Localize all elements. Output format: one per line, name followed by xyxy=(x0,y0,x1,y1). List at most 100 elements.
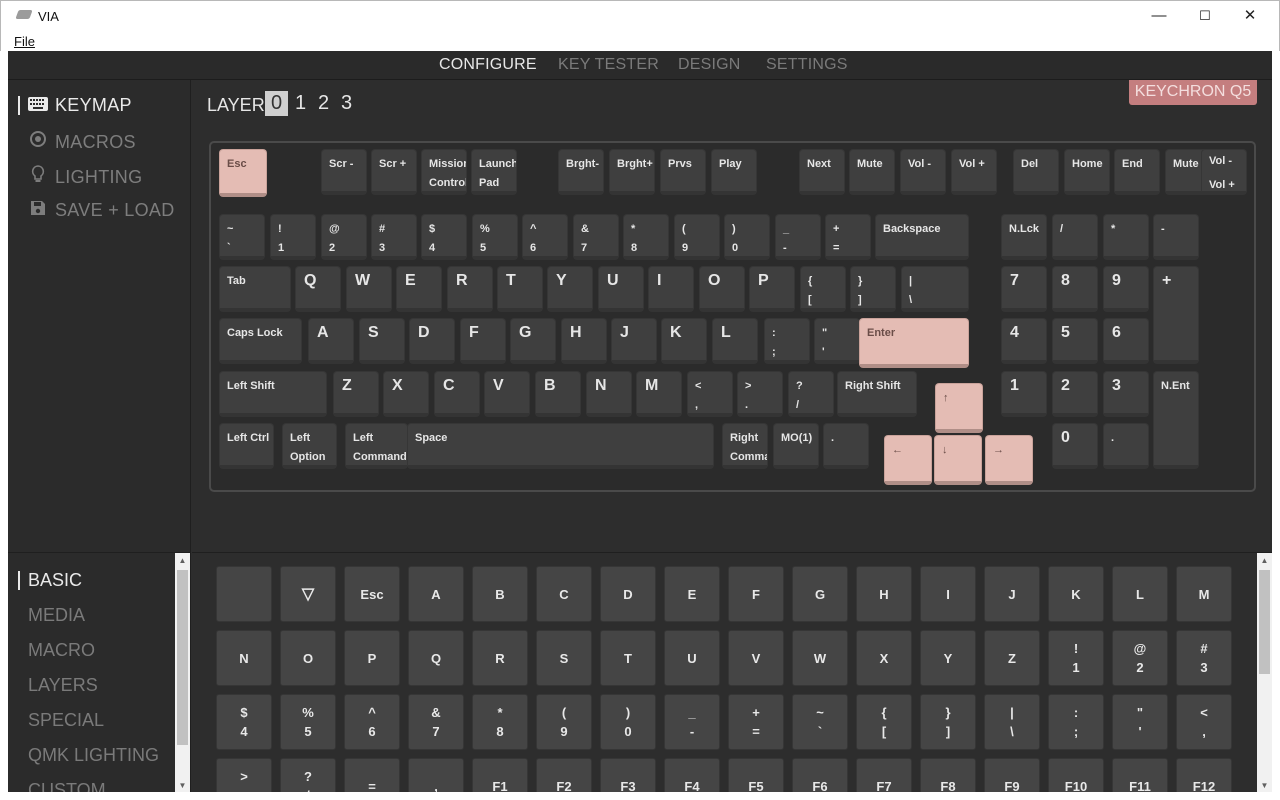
key-left-ctrl[interactable]: Left Ctrl xyxy=(219,423,274,469)
keycode-tile-d[interactable]: D xyxy=(600,566,656,622)
key-%-5[interactable]: % 5 xyxy=(472,214,518,260)
key-n.lck[interactable]: N.Lck xyxy=(1001,214,1047,260)
key-a[interactable]: A xyxy=(308,318,354,364)
key-brght+[interactable]: Brght+ xyxy=(609,149,655,195)
key-h[interactable]: H xyxy=(561,318,607,364)
keycode-tile-p[interactable]: P xyxy=(344,630,400,686)
keycode-tile-!-1[interactable]: ! 1 xyxy=(1048,630,1104,686)
key-caps-lock[interactable]: Caps Lock xyxy=(219,318,302,364)
keycode-tile-f3[interactable]: F3 xyxy=(600,758,656,792)
keycode-tile-{-[[interactable]: { [ xyxy=(856,694,912,750)
category-basic[interactable]: BASIC xyxy=(17,570,82,591)
key-tab[interactable]: Tab xyxy=(219,266,291,312)
keycode-tile-?-/[interactable]: ? / xyxy=(280,758,336,792)
key-left-option[interactable]: Left Option xyxy=(282,423,337,469)
layer-2-button[interactable]: 2 xyxy=(312,91,335,116)
key-r[interactable]: R xyxy=(447,266,493,312)
keycode-tile-u[interactable]: U xyxy=(664,630,720,686)
key-(-9[interactable]: ( 9 xyxy=(674,214,720,260)
key-mute[interactable]: Mute xyxy=(849,149,895,195)
keycode-tile-f7[interactable]: F7 xyxy=(856,758,912,792)
keycode-tile-m[interactable]: M xyxy=(1176,566,1232,622)
category-special[interactable]: SPECIAL xyxy=(28,710,104,731)
key-scr-+[interactable]: Scr + xyxy=(371,149,417,195)
key-+[interactable]: + xyxy=(1153,266,1199,364)
key-@-2[interactable]: @ 2 xyxy=(321,214,367,260)
keycode-tile-=[interactable]: = xyxy=(344,758,400,792)
key-←[interactable]: ← xyxy=(884,435,932,485)
key-l[interactable]: L xyxy=(712,318,758,364)
key-u[interactable]: U xyxy=(598,266,644,312)
key-*[interactable]: * xyxy=(1103,214,1149,260)
tab-key-tester[interactable]: KEY TESTER xyxy=(558,56,659,74)
key-next[interactable]: Next xyxy=(799,149,845,195)
keycode-tile-}-][interactable]: } ] xyxy=(920,694,976,750)
sidebar-item-keymap[interactable]: KEYMAP xyxy=(18,95,132,116)
keycode-tile-$-4[interactable]: $ 4 xyxy=(216,694,272,750)
keycode-tile-g[interactable]: G xyxy=(792,566,848,622)
key-"-'[interactable]: " ' xyxy=(814,318,860,364)
keycode-tile-&-7[interactable]: & 7 xyxy=(408,694,464,750)
keycode-tile-_--[interactable]: _ - xyxy=(664,694,720,750)
keycode-tile-x[interactable]: X xyxy=(856,630,912,686)
key-p[interactable]: P xyxy=(749,266,795,312)
key-t[interactable]: T xyxy=(497,266,543,312)
keycode-tile-i[interactable]: I xyxy=(920,566,976,622)
key-x[interactable]: X xyxy=(383,371,429,417)
key-left-command[interactable]: Left Command xyxy=(345,423,408,469)
tab-settings[interactable]: SETTINGS xyxy=(766,56,848,74)
tab-design[interactable]: DESIGN xyxy=(678,56,741,74)
category-custom[interactable]: CUSTOM xyxy=(28,780,106,792)
keycode-tile-s[interactable]: S xyxy=(536,630,592,686)
key-home[interactable]: Home xyxy=(1064,149,1110,195)
key-n[interactable]: N xyxy=(586,371,632,417)
keycode-tile-l[interactable]: L xyxy=(1112,566,1168,622)
key-|-\[interactable]: | \ xyxy=(901,266,969,312)
keycode-tile-f5[interactable]: F5 xyxy=(728,758,784,792)
key-i[interactable]: I xyxy=(648,266,694,312)
key-right-shift[interactable]: Right Shift xyxy=(837,371,917,417)
keycode-tile-q[interactable]: Q xyxy=(408,630,464,686)
scroll-up-icon[interactable]: ▲ xyxy=(175,553,190,568)
keycode-tile-|-\[interactable]: | \ xyxy=(984,694,1040,750)
key-esc[interactable]: Esc xyxy=(219,149,267,197)
key-}-][interactable]: } ] xyxy=(850,266,896,312)
keycode-tile-e[interactable]: E xyxy=(664,566,720,622)
key-launch-pad[interactable]: Launch Pad xyxy=(471,149,517,195)
category-media[interactable]: MEDIA xyxy=(28,605,85,626)
keycode-tile-blank[interactable] xyxy=(216,566,272,622)
key-^-6[interactable]: ^ 6 xyxy=(522,214,568,260)
key-↑[interactable]: ↑ xyxy=(935,383,983,433)
keycode-tile-f4[interactable]: F4 xyxy=(664,758,720,792)
keycode-tile-k[interactable]: K xyxy=(1048,566,1104,622)
keycode-tile-~-`[interactable]: ~ ` xyxy=(792,694,848,750)
keycode-tile-a[interactable]: A xyxy=(408,566,464,622)
key-1[interactable]: 1 xyxy=(1001,371,1047,417)
keycode-tile-@-2[interactable]: @ 2 xyxy=(1112,630,1168,686)
key-<-,[interactable]: < , xyxy=(687,371,733,417)
key-g[interactable]: G xyxy=(510,318,556,364)
key-backspace[interactable]: Backspace xyxy=(875,214,969,260)
keycode-tile-f11[interactable]: F11 xyxy=(1112,758,1168,792)
keycode-tile-"-'[interactable]: " ' xyxy=(1112,694,1168,750)
key-vol-+[interactable]: Vol + xyxy=(951,149,997,195)
key-{-[[interactable]: { [ xyxy=(800,266,846,312)
key-$-4[interactable]: $ 4 xyxy=(421,214,467,260)
key-play[interactable]: Play xyxy=(711,149,757,195)
keycode-tile-f[interactable]: F xyxy=(728,566,784,622)
key-~-`[interactable]: ~ ` xyxy=(219,214,265,260)
key-)-0[interactable]: ) 0 xyxy=(724,214,770,260)
key-s[interactable]: S xyxy=(359,318,405,364)
key-&-7[interactable]: & 7 xyxy=(573,214,619,260)
key-?-/[interactable]: ? / xyxy=(788,371,834,417)
palette-scrollbar[interactable]: ▲ ▼ xyxy=(1257,553,1272,792)
key-vol--[interactable]: Vol - xyxy=(900,149,946,195)
key-2[interactable]: 2 xyxy=(1052,371,1098,417)
scroll-down-icon[interactable]: ▼ xyxy=(175,778,190,792)
key-w[interactable]: W xyxy=(346,266,392,312)
tab-configure[interactable]: CONFIGURE xyxy=(439,56,537,74)
keycode-tile-t[interactable]: T xyxy=(600,630,656,686)
keycode-tile-y[interactable]: Y xyxy=(920,630,976,686)
key-0[interactable]: 0 xyxy=(1052,423,1098,469)
keycode-tile-<-,[interactable]: < , xyxy=(1176,694,1232,750)
